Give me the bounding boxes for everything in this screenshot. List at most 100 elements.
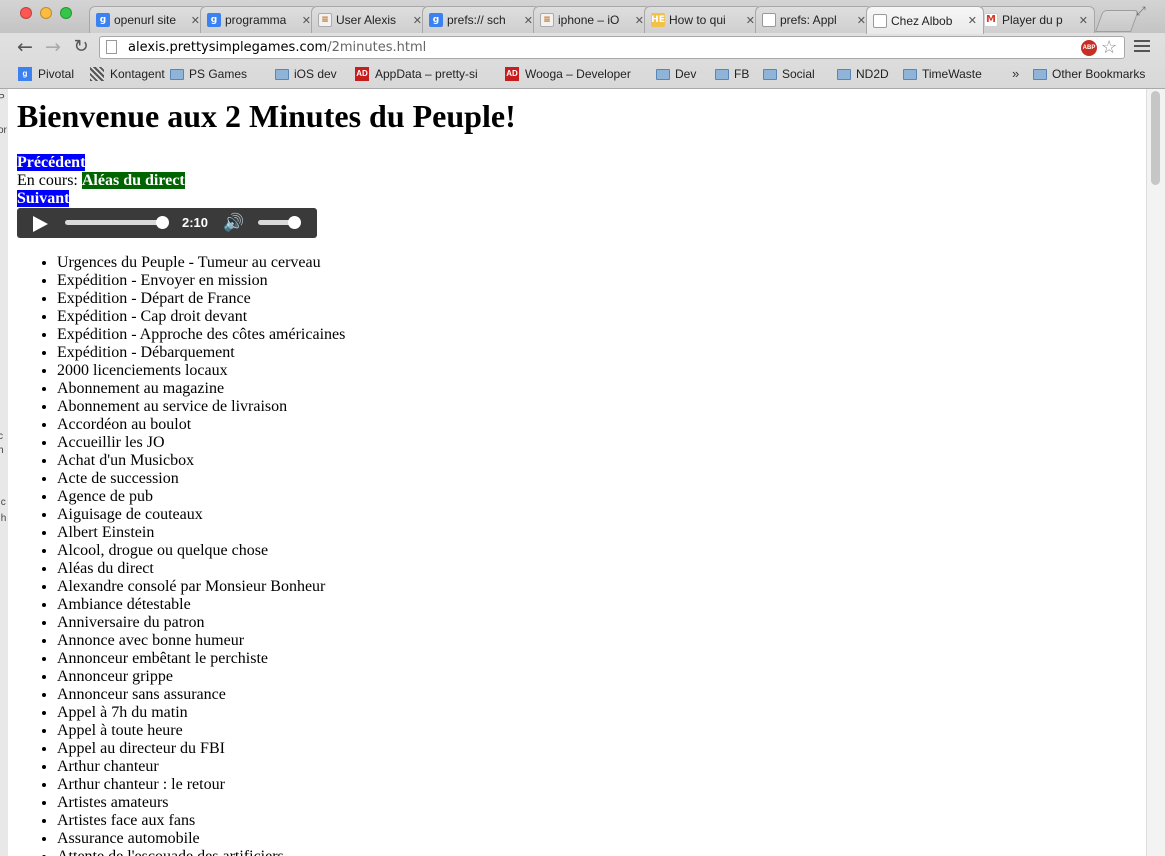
browser-tab[interactable]: Chez Albob ✕ — [866, 6, 984, 34]
bookmark-item[interactable]: ND2D — [837, 67, 889, 81]
bookmark-item[interactable]: Dev — [656, 67, 696, 81]
volume-icon[interactable]: 🔊 — [223, 213, 244, 233]
close-icon[interactable]: ✕ — [968, 14, 977, 27]
tab-strip: g openurl site ✕ g programma ✕ ≡ User Alexis ✕ g p… — [0, 0, 1165, 34]
page-icon — [873, 13, 887, 28]
page-title: Bienvenue aux 2 Minutes du Peuple! — [17, 98, 516, 134]
back-button[interactable]: ← — [14, 36, 36, 58]
track-item[interactable]: Accueillir les JO — [57, 434, 345, 452]
track-item[interactable]: Expédition - Cap droit devant — [57, 308, 345, 326]
zoom-window-button[interactable] — [60, 7, 72, 19]
track-item[interactable]: Expédition - Approche des côtes américai… — [57, 326, 345, 344]
bookmark-item[interactable]: Social — [763, 67, 815, 81]
seek-handle[interactable] — [156, 216, 169, 229]
tab-title: Player du p — [1002, 13, 1063, 27]
volume-slider[interactable] — [258, 216, 302, 229]
track-item[interactable]: Urgences du Peuple - Tumeur au cerveau — [57, 254, 345, 272]
track-item[interactable]: Alexandre consolé par Monsieur Bonheur — [57, 578, 345, 596]
track-item[interactable]: Arthur chanteur : le retour — [57, 776, 345, 794]
close-icon[interactable]: ✕ — [302, 14, 311, 27]
track-item[interactable]: Alcool, drogue ou quelque chose — [57, 542, 345, 560]
bookmark-item[interactable]: iOS dev — [275, 67, 337, 81]
bookmark-item[interactable]: FB — [715, 67, 749, 81]
bookmark-item[interactable]: Kontagent — [90, 67, 165, 81]
other-bookmarks[interactable]: Other Bookmarks — [1033, 67, 1145, 81]
track-item[interactable]: Abonnement au service de livraison — [57, 398, 345, 416]
track-item[interactable]: Annonceur grippe — [57, 668, 345, 686]
track-item[interactable]: Acte de succession — [57, 470, 345, 488]
track-item[interactable]: Aléas du direct — [57, 560, 345, 578]
bookmark-item[interactable]: TimeWaste — [903, 67, 982, 81]
play-icon[interactable] — [33, 216, 48, 232]
track-item[interactable]: 2000 licenciements locaux — [57, 362, 345, 380]
close-icon[interactable]: ✕ — [524, 14, 533, 27]
track-item[interactable]: Accordéon au boulot — [57, 416, 345, 434]
close-window-button[interactable] — [20, 7, 32, 19]
track-item[interactable]: Abonnement au magazine — [57, 380, 345, 398]
seek-bar[interactable] — [65, 216, 169, 229]
track-item[interactable]: Artistes amateurs — [57, 794, 345, 812]
previous-link[interactable]: Précédent — [17, 154, 86, 171]
track-item[interactable]: Albert Einstein — [57, 524, 345, 542]
page-scrollbar[interactable] — [1146, 89, 1165, 856]
track-item[interactable]: Expédition - Départ de France — [57, 290, 345, 308]
bookmark-item[interactable]: AD Wooga – Developer — [505, 67, 631, 81]
next-link[interactable]: Suivant — [17, 190, 70, 207]
close-icon[interactable]: ✕ — [191, 14, 200, 27]
track-item[interactable]: Expédition - Envoyer en mission — [57, 272, 345, 290]
browser-tab[interactable]: HE How to qui ✕ — [644, 6, 762, 33]
adblock-icon[interactable]: ABP — [1081, 40, 1097, 56]
track-item[interactable]: Annonceur sans assurance — [57, 686, 345, 704]
tab-title: Chez Albob — [891, 13, 953, 28]
bookmark-item[interactable]: g Pivotal — [18, 67, 74, 81]
bookmark-star-icon[interactable]: ☆ — [1101, 37, 1117, 58]
browser-chrome: g openurl site ✕ g programma ✕ ≡ User Alexis ✕ g p… — [0, 0, 1165, 89]
chrome-menu-button[interactable] — [1134, 37, 1150, 53]
track-item[interactable]: Appel à toute heure — [57, 722, 345, 740]
close-icon[interactable]: ✕ — [413, 14, 422, 27]
track-item[interactable]: Assurance automobile — [57, 830, 345, 848]
track-item[interactable]: Anniversaire du patron — [57, 614, 345, 632]
volume-handle[interactable] — [288, 216, 302, 229]
track-item[interactable]: Attente de l'escouade des artificiers — [57, 848, 345, 856]
scrollbar-thumb[interactable] — [1151, 91, 1160, 185]
time-display: 2:10 — [182, 215, 209, 230]
browser-tab[interactable]: ≡ iphone – iO ✕ — [533, 6, 651, 33]
browser-tab[interactable]: g prefs:// sch ✕ — [422, 6, 540, 33]
folder-icon — [763, 68, 777, 80]
track-item[interactable]: Ambiance détestable — [57, 596, 345, 614]
bookmark-item[interactable]: AD AppData – pretty-si — [355, 67, 478, 81]
new-tab-button[interactable] — [1094, 10, 1140, 32]
track-item[interactable]: Expédition - Débarquement — [57, 344, 345, 362]
google-icon: g — [18, 67, 32, 81]
browser-tab[interactable]: prefs: Appl ✕ — [755, 6, 873, 33]
minimize-window-button[interactable] — [40, 7, 52, 19]
bookmark-item[interactable]: PS Games — [170, 67, 247, 81]
track-item[interactable]: Aiguisage de couteaux — [57, 506, 345, 524]
track-item[interactable]: Annonce avec bonne humeur — [57, 632, 345, 650]
forward-button[interactable]: → — [42, 36, 64, 58]
track-item[interactable]: Arthur chanteur — [57, 758, 345, 776]
close-icon[interactable]: ✕ — [746, 14, 755, 27]
close-icon[interactable]: ✕ — [1079, 14, 1088, 27]
browser-tab[interactable]: ≡ User Alexis ✕ — [311, 6, 429, 33]
close-icon[interactable]: ✕ — [635, 14, 644, 27]
reload-button[interactable]: ↻ — [70, 36, 92, 58]
gmail-icon: M — [984, 13, 998, 27]
bookmark-label: TimeWaste — [922, 67, 982, 81]
track-item[interactable]: Appel à 7h du matin — [57, 704, 345, 722]
address-bar[interactable]: alexis.prettysimplegames.com/2minutes.ht… — [99, 36, 1125, 59]
browser-tab[interactable]: g openurl site ✕ — [89, 6, 207, 33]
more-bookmarks-chevron[interactable]: » — [1012, 66, 1019, 81]
track-item[interactable]: Achat d'un Musicbox — [57, 452, 345, 470]
close-icon[interactable]: ✕ — [857, 14, 866, 27]
fullscreen-icon[interactable]: ⤢ — [1136, 4, 1146, 19]
track-item[interactable]: Annonceur embêtant le perchiste — [57, 650, 345, 668]
track-item[interactable]: Appel au directeur du FBI — [57, 740, 345, 758]
track-item[interactable]: Artistes face aux fans — [57, 812, 345, 830]
browser-tab[interactable]: M Player du p ✕ — [977, 6, 1095, 33]
track-item[interactable]: Agence de pub — [57, 488, 345, 506]
url-text[interactable]: alexis.prettysimplegames.com/2minutes.ht… — [128, 40, 426, 55]
folder-icon — [715, 68, 729, 80]
browser-tab[interactable]: g programma ✕ — [200, 6, 318, 33]
